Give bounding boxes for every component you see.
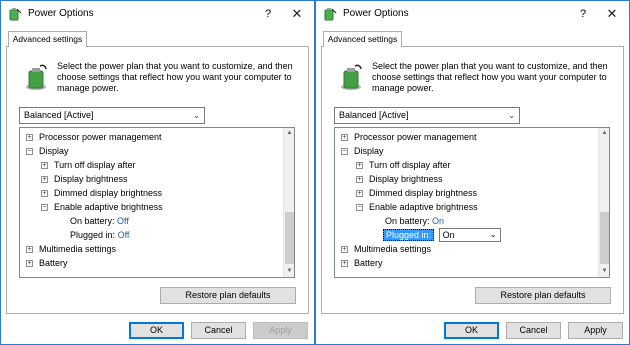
cancel-button[interactable]: Cancel [191,322,246,339]
window-title: Power Options [28,8,94,19]
plugged-in-dropdown[interactable]: On ⌄ [438,228,501,242]
scroll-up-arrow-icon[interactable]: ▲ [284,128,294,139]
tree-item-multimedia[interactable]: + Multimedia settings [26,242,116,256]
power-plan-select[interactable]: Balanced [Active] ⌄ [19,107,205,124]
tree-item-on-battery[interactable]: On battery: Off [70,214,129,228]
collapse-icon[interactable]: − [341,148,348,155]
scroll-up-arrow-icon[interactable]: ▲ [599,128,609,139]
power-options-icon [9,8,22,21]
tree-item-display-brightness[interactable]: + Display brightness [356,172,443,186]
tab-advanced-settings[interactable]: Advanced settings [323,31,402,47]
tree-item-plugged-in[interactable]: Plugged in: On ⌄ [383,228,501,242]
expand-icon[interactable]: + [41,162,48,169]
title-bar[interactable]: Power Options ? ✕ [1,1,314,27]
scroll-down-arrow-icon[interactable]: ▼ [599,266,609,277]
chevron-down-icon: ⌄ [193,111,200,120]
plugged-in-value[interactable]: Off [118,230,130,240]
close-button[interactable]: ✕ [601,5,623,23]
tree-item-processor[interactable]: + Processor power management [341,130,477,144]
settings-tree[interactable]: + Processor power management − Display + Tu… [334,127,610,278]
restore-plan-defaults-button[interactable]: Restore plan defaults [475,287,611,304]
ok-button[interactable]: OK [444,322,499,339]
expand-icon[interactable]: + [356,176,363,183]
tree-item-plugged-in[interactable]: Plugged in: Off [70,228,129,242]
battery-plug-icon [26,64,47,90]
intro-text: Select the power plan that you want to c… [57,61,293,93]
power-options-window-right: Power Options ? ✕ Advanced settings Sele… [315,0,630,345]
scroll-thumb[interactable] [285,212,294,264]
tree-item-battery[interactable]: + Battery [26,256,68,270]
expand-icon[interactable]: + [356,162,363,169]
tree-item-turn-off-display[interactable]: + Turn off display after [41,158,136,172]
tree-item-display[interactable]: − Display [341,144,384,158]
power-options-icon [324,8,337,21]
vertical-scrollbar[interactable]: ▲ ▼ [598,128,609,277]
plugged-in-label-selected: Plugged in: [383,229,435,241]
battery-plug-icon [341,64,362,90]
restore-plan-defaults-button[interactable]: Restore plan defaults [160,287,296,304]
settings-tree[interactable]: + Processor power management − Display + Tu… [19,127,295,278]
plan-select-value: Balanced [Active] [24,110,94,120]
tree-item-battery[interactable]: + Battery [341,256,383,270]
collapse-icon[interactable]: − [26,148,33,155]
scroll-thumb[interactable] [600,212,609,264]
title-bar[interactable]: Power Options ? ✕ [316,1,629,27]
vertical-scrollbar[interactable]: ▲ ▼ [283,128,294,277]
expand-icon[interactable]: + [26,260,33,267]
tree-item-turn-off-display[interactable]: + Turn off display after [356,158,451,172]
on-battery-value[interactable]: On [432,216,444,226]
expand-icon[interactable]: + [26,246,33,253]
expand-icon[interactable]: + [356,190,363,197]
expand-icon[interactable]: + [341,134,348,141]
cancel-button[interactable]: Cancel [506,322,561,339]
window-title: Power Options [343,8,409,19]
apply-button[interactable]: Apply [253,322,308,339]
tree-item-dimmed-brightness[interactable]: + Dimmed display brightness [41,186,162,200]
ok-button[interactable]: OK [129,322,184,339]
expand-icon[interactable]: + [341,246,348,253]
collapse-icon[interactable]: − [356,204,363,211]
plan-select-value: Balanced [Active] [339,110,409,120]
expand-icon[interactable]: + [341,260,348,267]
expand-icon[interactable]: + [41,190,48,197]
power-plan-select[interactable]: Balanced [Active] ⌄ [334,107,520,124]
tree-item-adaptive-brightness[interactable]: − Enable adaptive brightness [41,200,163,214]
scroll-down-arrow-icon[interactable]: ▼ [284,266,294,277]
intro-text: Select the power plan that you want to c… [372,61,608,93]
tab-advanced-settings[interactable]: Advanced settings [8,31,87,47]
expand-icon[interactable]: + [26,134,33,141]
power-options-window-left: Power Options ? ✕ Advanced settings Sele… [0,0,315,345]
tree-item-dimmed-brightness[interactable]: + Dimmed display brightness [356,186,477,200]
close-button[interactable]: ✕ [286,5,308,23]
help-button[interactable]: ? [258,5,278,23]
tree-item-multimedia[interactable]: + Multimedia settings [341,242,431,256]
collapse-icon[interactable]: − [41,204,48,211]
chevron-down-icon: ⌄ [508,111,515,120]
tree-item-adaptive-brightness[interactable]: − Enable adaptive brightness [356,200,478,214]
apply-button[interactable]: Apply [568,322,623,339]
expand-icon[interactable]: + [41,176,48,183]
chevron-down-icon: ⌄ [489,230,497,239]
tree-item-display-brightness[interactable]: + Display brightness [41,172,128,186]
plugged-in-dropdown-value: On [442,230,455,240]
on-battery-value[interactable]: Off [117,216,129,226]
tree-item-processor[interactable]: + Processor power management [26,130,162,144]
help-button[interactable]: ? [573,5,593,23]
tree-item-display[interactable]: − Display [26,144,69,158]
tree-item-on-battery[interactable]: On battery: On [385,214,444,228]
